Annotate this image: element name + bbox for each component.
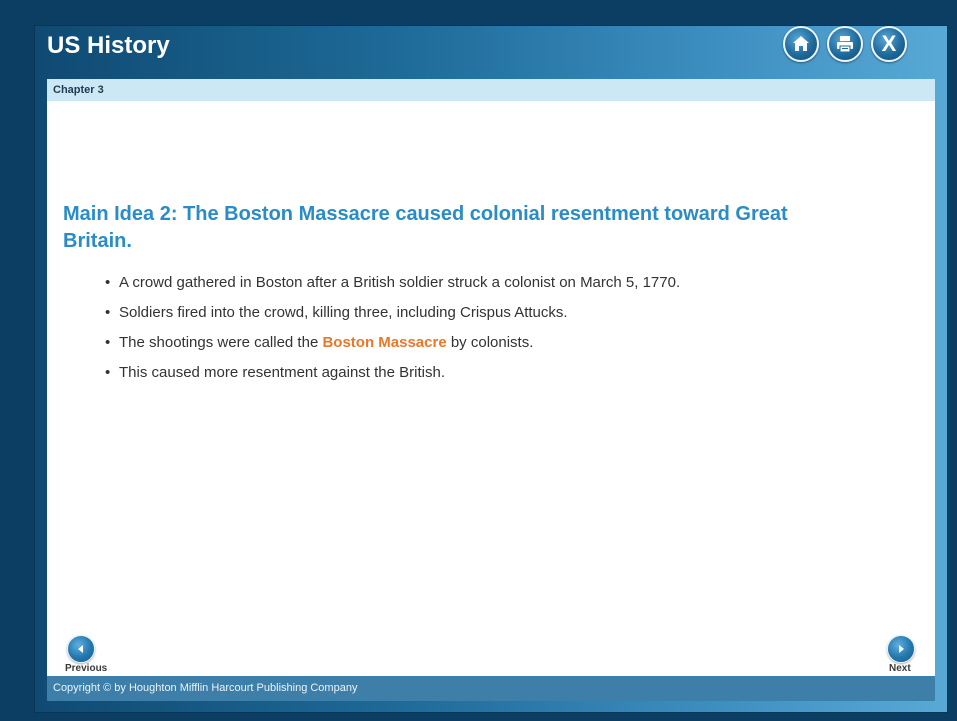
- previous-label[interactable]: Previous: [65, 663, 107, 674]
- arrow-left-icon: [78, 645, 83, 653]
- print-button[interactable]: [827, 26, 863, 62]
- home-icon: [793, 36, 809, 51]
- bullet-icon: •: [105, 274, 111, 291]
- bullet-list: • A crowd gathered in Boston after a Brit…: [105, 273, 680, 393]
- main-idea-heading: Main Idea 2: The Boston Massacre caused …: [63, 203, 788, 252]
- arrow-right-icon: [899, 645, 904, 653]
- slide-frame: US History X Chapter 3 Main Idea 2: The …: [0, 0, 957, 721]
- list-item: • This caused more resentment against the…: [105, 363, 680, 383]
- content-area: Main Idea 2: The Boston Massacre caused …: [47, 101, 935, 676]
- next-label[interactable]: Next: [889, 663, 911, 674]
- bullet-text: This caused more resentment against the …: [119, 364, 445, 381]
- previous-button[interactable]: [67, 635, 95, 663]
- copyright-text: Copyright © by Houghton Mifflin Harcourt…: [53, 682, 358, 694]
- bullet-icon: •: [105, 304, 111, 321]
- print-icon: [837, 36, 853, 53]
- app-title: US History: [47, 32, 170, 59]
- chapter-bar: Chapter 3: [47, 79, 935, 101]
- bullet-text: by colonists.: [446, 334, 534, 351]
- bullet-text: The shootings were called the: [119, 334, 323, 351]
- list-item: • A crowd gathered in Boston after a Brit…: [105, 273, 680, 293]
- bullet-icon: •: [105, 364, 111, 381]
- bullet-text: Soldiers fired into the crowd, killing t…: [119, 304, 568, 321]
- bullet-icon: •: [105, 334, 111, 351]
- bullet-text: A crowd gathered in Boston after a Briti…: [119, 274, 681, 291]
- footer-bar: Copyright © by Houghton Mifflin Harcourt…: [47, 676, 935, 701]
- chapter-label: Chapter 3: [53, 84, 104, 96]
- home-button[interactable]: [783, 26, 819, 62]
- list-item: • The shootings were called the Boston Ma…: [105, 333, 680, 353]
- list-item: • Soldiers fired into the crowd, killing …: [105, 303, 680, 323]
- next-button[interactable]: [887, 635, 915, 663]
- slide: US History X Chapter 3 Main Idea 2: The …: [35, 26, 947, 712]
- highlighted-term: Boston Massacre: [322, 334, 447, 351]
- close-button[interactable]: X: [871, 26, 907, 62]
- close-icon: X: [881, 31, 897, 56]
